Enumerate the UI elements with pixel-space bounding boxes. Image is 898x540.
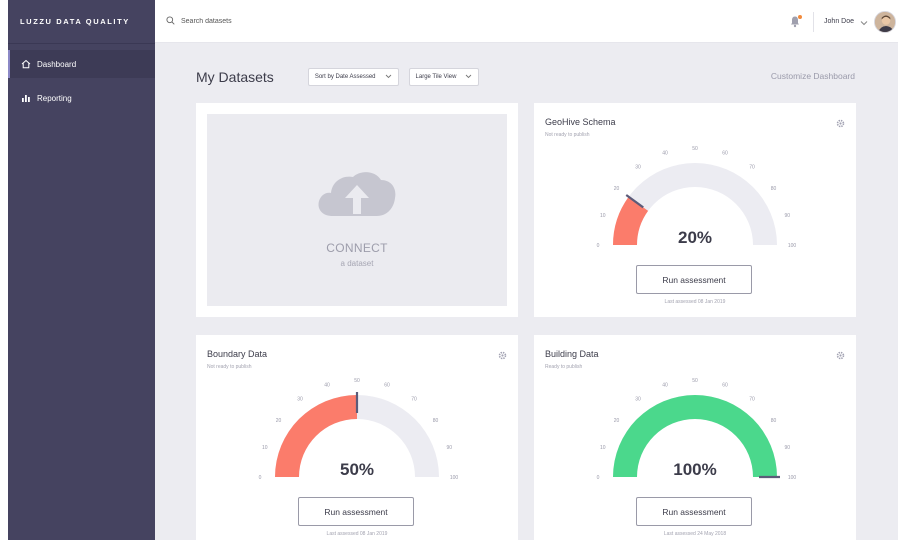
gauge-tick-label: 30 <box>635 165 641 171</box>
last-assessed: Last assessed 08 Jan 2019 <box>664 299 726 305</box>
customize-dashboard-link[interactable]: Customize Dashboard <box>771 71 855 81</box>
gear-icon[interactable] <box>498 347 507 365</box>
gauge-tick-label: 30 <box>635 397 641 403</box>
main-content: My Datasets Sort by Date Assessed Large … <box>155 43 898 540</box>
gauge-chart: 0 10 20 30 40 50 60 70 80 90 100 20% <box>597 146 797 249</box>
gauge-tick-label: 0 <box>597 243 600 249</box>
gauge-tick-label: 40 <box>662 383 668 389</box>
gauge-tick-label: 10 <box>600 213 606 219</box>
top-bar: John Doe <box>155 0 898 43</box>
gauge-tick-label: 70 <box>411 397 417 403</box>
dataset-card: Boundary Data Not ready to publish Run a… <box>196 335 518 540</box>
chevron-down-icon[interactable] <box>860 13 868 31</box>
gear-icon[interactable] <box>836 115 845 133</box>
gauge-tick-label: 80 <box>771 186 777 192</box>
gauge-tick-label: 50 <box>354 378 360 384</box>
sidebar-item-reporting[interactable]: Reporting <box>8 84 155 112</box>
gauge-tick-label: 10 <box>600 445 606 451</box>
dataset-card: GeoHive Schema Not ready to publish Run … <box>534 103 856 317</box>
sidebar-item-label: Reporting <box>37 93 72 103</box>
gauge-tick-label: 60 <box>722 151 728 157</box>
gauge-tick-label: 20 <box>614 418 620 424</box>
gauge-tick-label: 50 <box>692 146 698 152</box>
brand-logo: LUZZU DATA QUALITY <box>8 0 155 44</box>
gauge-tick-label: 100 <box>788 475 797 481</box>
dataset-status: Not ready to publish <box>545 132 590 138</box>
gauge-tick-label: 80 <box>433 418 439 424</box>
page-title: My Datasets <box>196 69 274 85</box>
gauge-tick-label: 100 <box>450 475 459 481</box>
dataset-status: Not ready to publish <box>207 364 252 370</box>
search-icon <box>166 12 175 30</box>
last-assessed: Last assessed 24 May 2018 <box>663 531 727 537</box>
user-name[interactable]: John Doe <box>824 18 854 25</box>
view-select[interactable]: Large Tile View <box>408 68 480 86</box>
bar-chart-icon <box>20 92 32 104</box>
connect-dropzone[interactable]: CONNECT a dataset <box>207 114 507 306</box>
sort-select[interactable]: Sort by Date Assessed <box>307 68 399 86</box>
gauge-tick-label: 90 <box>784 445 790 451</box>
last-assessed: Last assessed 08 Jan 2019 <box>326 531 388 537</box>
gauge-chart: 0 10 20 30 40 50 60 70 80 90 100 50% <box>259 378 459 481</box>
sort-select-value: Sort by Date Assessed <box>314 74 376 80</box>
gauge-tick-label: 100 <box>788 243 797 249</box>
cloud-upload-icon <box>315 170 399 223</box>
connect-dataset-card[interactable]: CONNECT a dataset <box>196 103 518 317</box>
dataset-title: Boundary Data <box>207 349 268 359</box>
gauge-tick-label: 20 <box>614 186 620 192</box>
dataset-status: Ready to publish <box>545 364 583 370</box>
gauge-tick-label: 0 <box>259 475 262 481</box>
sidebar-item-dashboard[interactable]: Dashboard <box>8 50 155 78</box>
gauge-tick-label: 40 <box>324 383 330 389</box>
gauge-chart: 0 10 20 30 40 50 60 70 80 90 100 100% <box>597 378 797 481</box>
notification-badge <box>798 14 803 19</box>
gauge-tick-label: 40 <box>662 151 668 157</box>
dataset-title: GeoHive Schema <box>545 117 616 127</box>
run-assessment-button[interactable]: Run assessment <box>636 265 752 294</box>
gauge-tick-label: 20 <box>276 418 282 424</box>
gauge-value-label: 50% <box>340 460 374 479</box>
chevron-down-icon <box>385 74 392 81</box>
view-select-value: Large Tile View <box>415 74 457 80</box>
gauge-value-label: 100% <box>673 460 716 479</box>
gauge-tick-label: 60 <box>384 383 390 389</box>
run-assessment-button[interactable]: Run assessment <box>636 497 752 526</box>
divider <box>813 11 815 32</box>
user-area: John Doe <box>789 0 898 43</box>
dataset-card: Building Data Ready to publish Run asses… <box>534 335 856 540</box>
sidebar: LUZZU DATA QUALITY Dashboard Reporting <box>8 0 155 540</box>
chevron-down-icon <box>465 74 472 81</box>
connect-sublabel: a dataset <box>340 259 374 268</box>
gauge-tick-label: 0 <box>597 475 600 481</box>
gauge-tick-label: 50 <box>692 378 698 384</box>
gauge-tick-label: 10 <box>262 445 268 451</box>
gauge-tick-label: 80 <box>771 418 777 424</box>
gauge-value-label: 20% <box>678 228 712 247</box>
avatar[interactable] <box>874 10 896 33</box>
gauge-tick-label: 30 <box>297 397 303 403</box>
sidebar-item-label: Dashboard <box>37 59 77 69</box>
gear-icon[interactable] <box>836 347 845 365</box>
search-input[interactable] <box>181 17 361 25</box>
gauge-tick-label: 90 <box>784 213 790 219</box>
notification-bell-icon[interactable] <box>789 14 803 29</box>
home-icon <box>20 58 32 70</box>
gauge-tick-label: 90 <box>446 445 452 451</box>
gauge-tick-label: 70 <box>749 165 755 171</box>
dataset-title: Building Data <box>545 349 599 359</box>
connect-label: CONNECT <box>326 241 388 255</box>
gauge-tick-label: 60 <box>722 383 728 389</box>
search-bar <box>166 12 361 30</box>
run-assessment-button[interactable]: Run assessment <box>298 497 414 526</box>
gauge-tick-label: 70 <box>749 397 755 403</box>
